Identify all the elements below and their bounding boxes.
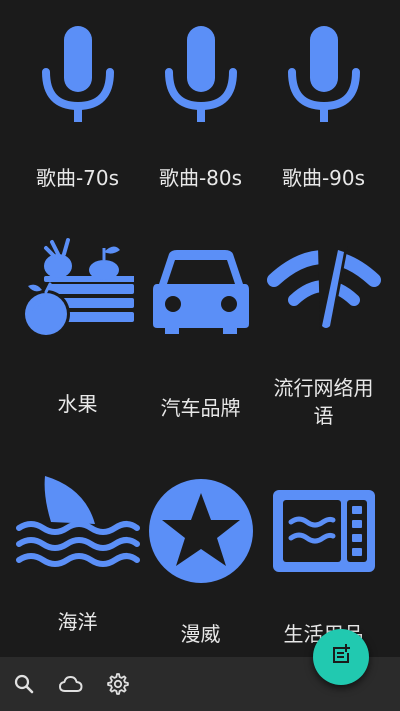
category-tile-internet-slang[interactable]: 流行网络用 语 [257, 220, 390, 450]
settings-icon[interactable] [106, 672, 130, 696]
wifi-signal-icon [257, 246, 390, 330]
add-note-button[interactable] [313, 629, 369, 685]
category-grid: 歌曲-70s 歌曲-80s 歌曲-90s 水果 汽车品牌 流行网络用 语 海洋 … [0, 0, 400, 655]
category-label: 漫威 [180, 622, 221, 646]
category-tile-daily-goods[interactable]: 生活用品 [257, 462, 390, 655]
category-label-line: 语 [313, 404, 334, 428]
category-tile-ocean[interactable]: 海洋 [11, 462, 144, 655]
category-tile-marvel[interactable]: 漫威 [134, 462, 267, 655]
search-icon[interactable] [12, 672, 36, 696]
shark-fin-waves-icon [11, 472, 144, 572]
category-label: 汽车品牌 [160, 396, 241, 420]
microphone-icon [257, 24, 390, 124]
microphone-icon [134, 24, 267, 124]
cloud-icon[interactable] [58, 672, 84, 696]
category-tile-fruit[interactable]: 水果 [11, 220, 144, 450]
microphone-icon [11, 24, 144, 124]
category-label: 海洋 [57, 610, 98, 634]
category-label: 歌曲-80s [158, 166, 243, 190]
category-label: 歌曲-70s [35, 166, 120, 190]
microwave-icon [257, 488, 390, 574]
category-label-line: 流行网络用 [273, 376, 374, 400]
category-tile-songs-80s[interactable]: 歌曲-80s [134, 0, 267, 210]
category-tile-car-brands[interactable]: 汽车品牌 [134, 220, 267, 450]
add-note-icon [329, 643, 353, 671]
fruit-basket-icon [11, 228, 144, 340]
category-tile-songs-90s[interactable]: 歌曲-90s [257, 0, 390, 210]
category-label: 水果 [57, 392, 98, 416]
category-label: 歌曲-90s [281, 166, 366, 190]
category-label: 流行网络用 语 [257, 374, 390, 430]
car-icon [134, 248, 267, 338]
category-tile-songs-70s[interactable]: 歌曲-70s [11, 0, 144, 210]
star-badge-icon [134, 478, 267, 584]
